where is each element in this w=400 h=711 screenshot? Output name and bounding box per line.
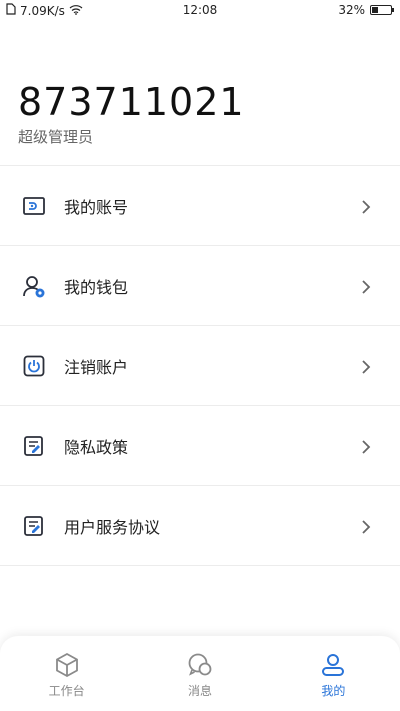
chat-bubbles-icon: [187, 652, 213, 678]
menu-label: 我的钱包: [64, 277, 129, 297]
chevron-right-icon: [360, 359, 372, 374]
chevron-right-icon: [360, 519, 372, 534]
menu-item-privacy-policy[interactable]: 隐私政策: [0, 406, 400, 486]
document-edit-icon: [22, 434, 46, 458]
menu-label: 隐私政策: [64, 437, 129, 457]
nav-tab-workbench[interactable]: 工作台: [0, 636, 133, 711]
document-edit-icon: [22, 514, 46, 538]
nav-label: 工作台: [48, 684, 85, 698]
battery-percent: 32%: [338, 3, 365, 17]
menu-item-my-account[interactable]: 我的账号: [0, 166, 400, 246]
power-icon: [22, 354, 46, 378]
battery-icon: [370, 5, 394, 15]
menu-label: 用户服务协议: [64, 517, 161, 537]
menu-item-user-agreement[interactable]: 用户服务协议: [0, 486, 400, 566]
menu-label: 注销账户: [64, 357, 129, 377]
nav-label: 我的: [321, 684, 346, 698]
nav-tab-messages[interactable]: 消息: [133, 636, 266, 711]
cube-icon: [54, 652, 80, 678]
bottom-nav: 工作台 消息 我的: [0, 636, 400, 711]
account-card-icon: [22, 194, 46, 218]
battery-fill: [372, 7, 378, 13]
user-profile-icon: [320, 652, 346, 678]
chevron-right-icon: [360, 199, 372, 214]
wallet-user-icon: [22, 274, 46, 298]
chevron-right-icon: [360, 279, 372, 294]
menu-label: 我的账号: [64, 197, 129, 217]
account-role: 超级管理员: [18, 128, 94, 146]
menu-item-deregister-account[interactable]: 注销账户: [0, 326, 400, 406]
settings-menu: 我的账号 我的钱包 注销账户 隐私政策 用户服务协议: [0, 165, 400, 566]
menu-item-my-wallet[interactable]: 我的钱包: [0, 246, 400, 326]
nav-tab-mine[interactable]: 我的: [267, 636, 400, 711]
profile-header: 873711021 超级管理员: [18, 80, 245, 147]
chevron-right-icon: [360, 439, 372, 454]
account-id: 873711021: [18, 80, 245, 124]
status-bar: 7.09K/s 12:08 32%: [0, 0, 400, 22]
status-right: 32%: [338, 3, 394, 17]
nav-label: 消息: [187, 684, 212, 698]
